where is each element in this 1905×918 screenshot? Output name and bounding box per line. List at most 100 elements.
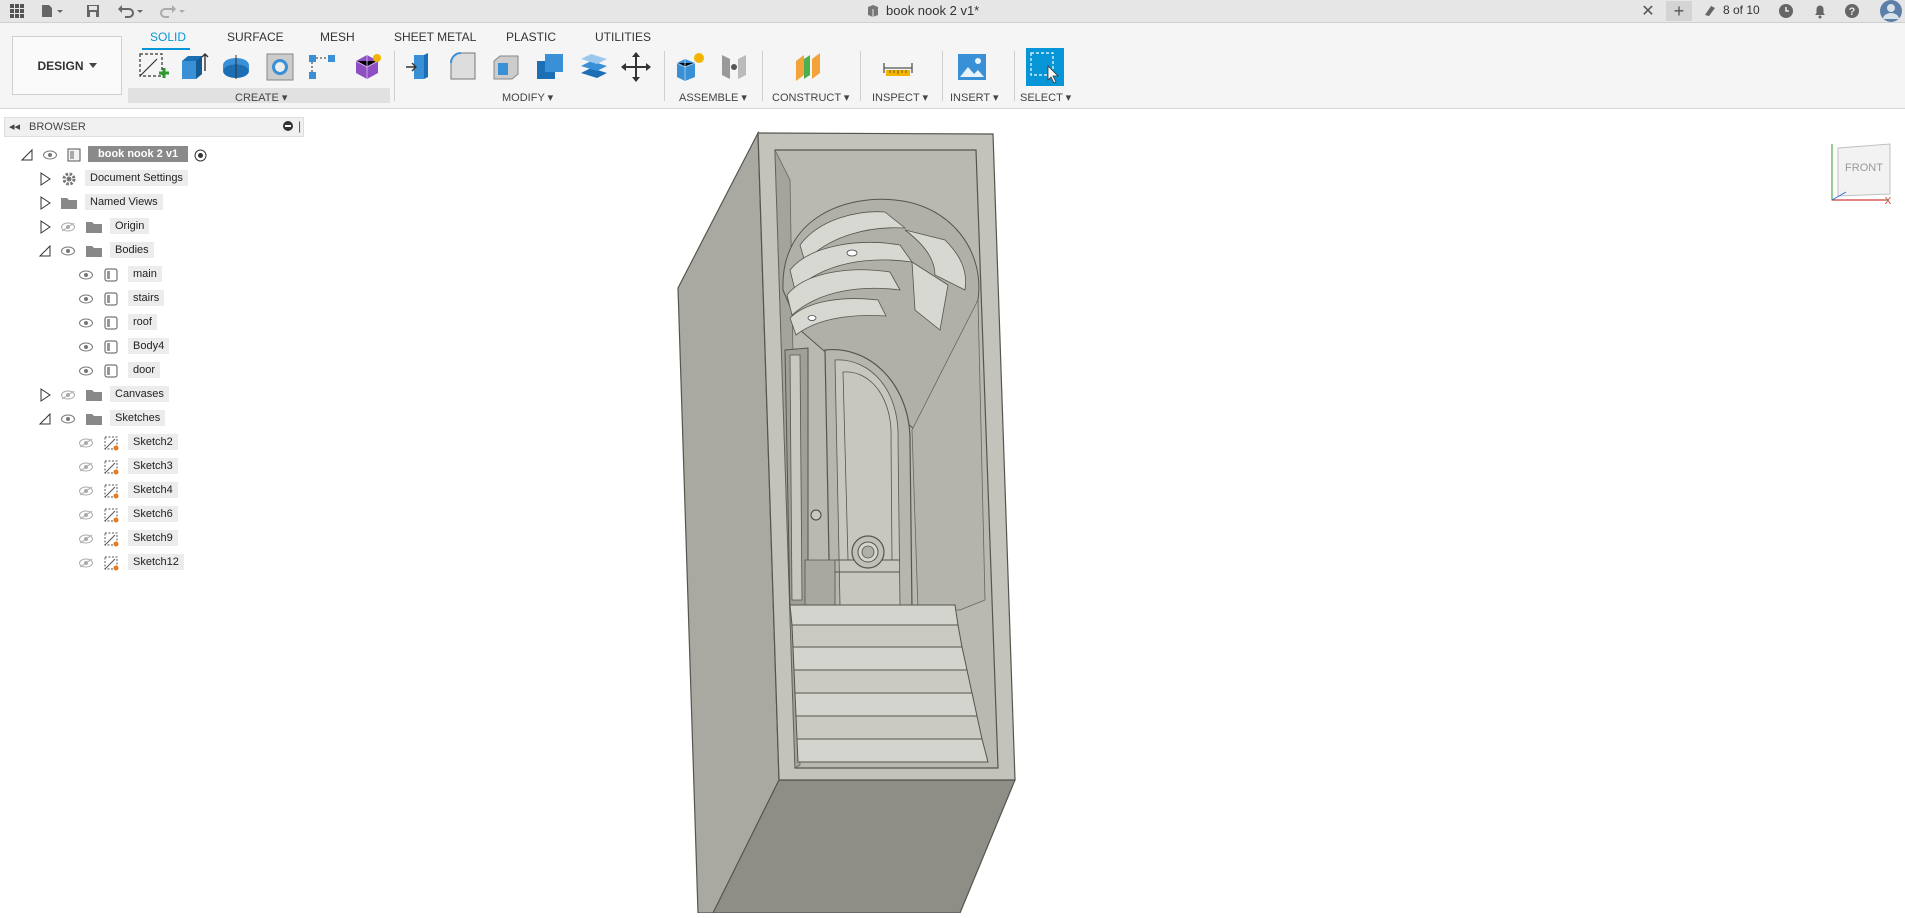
tab-plastic[interactable]: PLASTIC <box>506 30 556 44</box>
chevron-down-icon <box>88 62 97 68</box>
shell-icon[interactable] <box>490 51 522 83</box>
tree-item-document-settings[interactable]: Document Settings <box>0 169 300 189</box>
workspace-switcher[interactable]: DESIGN <box>12 36 122 95</box>
press-pull-icon[interactable] <box>404 51 436 83</box>
file-menu-icon[interactable] <box>38 2 66 20</box>
viewcube-face-label[interactable]: FRONT <box>1845 162 1883 174</box>
eye-hidden-icon[interactable] <box>79 558 93 568</box>
tree-item-sketch[interactable]: Sketch12 <box>0 553 300 573</box>
eye-icon[interactable] <box>79 270 93 280</box>
expand-triangle-icon[interactable] <box>38 196 52 210</box>
tab-utilities[interactable]: UTILITIES <box>595 30 651 44</box>
revolve-icon[interactable] <box>220 51 252 83</box>
modify-menu[interactable]: MODIFY ▾ <box>502 91 553 104</box>
tree-root[interactable]: book nook 2 v1 <box>0 145 300 165</box>
job-status-text: 8 of 10 <box>1723 3 1760 17</box>
create-menu[interactable]: CREATE ▾ <box>235 91 287 104</box>
tree-item-sketches[interactable]: Sketches <box>0 409 300 429</box>
eye-icon[interactable] <box>79 294 93 304</box>
tree-item-body-stairs[interactable]: stairs <box>0 289 300 309</box>
tab-mesh[interactable]: MESH <box>320 30 355 44</box>
construct-menu[interactable]: CONSTRUCT ▾ <box>772 91 849 104</box>
tree-item-bodies[interactable]: Bodies <box>0 241 300 261</box>
form-icon[interactable] <box>351 51 383 83</box>
eye-hidden-icon[interactable] <box>79 510 93 520</box>
eye-icon[interactable] <box>61 246 75 256</box>
select-menu[interactable]: SELECT ▾ <box>1020 91 1071 104</box>
expand-triangle-icon[interactable] <box>38 172 52 186</box>
tab-surface[interactable]: SURFACE <box>227 30 284 44</box>
help-icon[interactable]: ? <box>1843 2 1861 20</box>
expand-triangle-icon[interactable] <box>38 220 52 234</box>
close-tab-icon[interactable]: ✕ <box>1640 2 1656 20</box>
eye-icon[interactable] <box>79 342 93 352</box>
tree-item-body-roof[interactable]: roof <box>0 313 300 333</box>
folder-icon <box>61 198 77 209</box>
joint-icon[interactable] <box>718 51 750 83</box>
tree-item-body-door[interactable]: door <box>0 361 300 381</box>
eye-hidden-icon[interactable] <box>79 462 93 472</box>
tree-item-sketch[interactable]: Sketch2 <box>0 433 300 453</box>
tree-item-canvases[interactable]: Canvases <box>0 385 300 405</box>
eye-hidden-icon[interactable] <box>79 438 93 448</box>
tree-item-origin[interactable]: Origin <box>0 217 300 237</box>
select-icon[interactable] <box>1026 48 1064 86</box>
body-label: main <box>128 266 162 282</box>
collapse-panel-icon[interactable]: ◂◂ <box>9 120 20 133</box>
body-label: stairs <box>128 290 165 306</box>
canvas-viewport[interactable] <box>300 110 1905 914</box>
job-status[interactable]: 8 of 10 <box>1703 3 1760 17</box>
eye-hidden-icon[interactable] <box>79 486 93 496</box>
folder-icon <box>86 390 102 401</box>
insert-menu[interactable]: INSERT ▾ <box>950 91 999 104</box>
avatar-icon[interactable] <box>1880 0 1902 22</box>
activate-radio-icon[interactable] <box>194 149 207 162</box>
body-icon <box>104 292 118 306</box>
tab-solid[interactable]: SOLID <box>150 30 186 44</box>
redo-icon[interactable] <box>156 2 186 20</box>
assemble-menu[interactable]: ASSEMBLE ▾ <box>679 91 747 104</box>
minus-circle-icon[interactable] <box>283 121 293 134</box>
viewcube[interactable]: FRONT X <box>1828 140 1892 207</box>
new-tab-icon[interactable]: + <box>1666 1 1692 21</box>
clock-icon[interactable] <box>1777 2 1795 20</box>
book-nook-model[interactable] <box>300 110 1905 914</box>
move-copy-icon[interactable] <box>620 51 652 83</box>
expand-triangle-icon[interactable] <box>38 388 52 402</box>
new-component-icon[interactable] <box>674 51 706 83</box>
pattern-icon[interactable] <box>307 51 339 83</box>
collapse-triangle-icon[interactable] <box>38 412 52 426</box>
tree-item-sketch[interactable]: Sketch9 <box>0 529 300 549</box>
create-sketch-icon[interactable] <box>137 51 169 83</box>
tree-item-sketch[interactable]: Sketch6 <box>0 505 300 525</box>
sketch-icon <box>104 556 119 571</box>
eye-icon[interactable] <box>79 366 93 376</box>
tree-item-sketch[interactable]: Sketch4 <box>0 481 300 501</box>
tree-item-sketch[interactable]: Sketch3 <box>0 457 300 477</box>
eye-hidden-icon[interactable] <box>61 222 75 232</box>
measure-icon[interactable] <box>882 51 914 83</box>
eye-hidden-icon[interactable] <box>79 534 93 544</box>
inspect-menu[interactable]: INSPECT ▾ <box>872 91 928 104</box>
save-icon[interactable] <box>84 2 102 20</box>
extrude-icon[interactable] <box>178 51 210 83</box>
combine-icon[interactable] <box>534 51 566 83</box>
collapse-triangle-icon[interactable] <box>38 244 52 258</box>
grid-icon[interactable] <box>8 2 26 20</box>
eye-icon[interactable] <box>79 318 93 328</box>
tree-item-body-body4[interactable]: Body4 <box>0 337 300 357</box>
tree-item-named-views[interactable]: Named Views <box>0 193 300 213</box>
eye-icon[interactable] <box>61 414 75 424</box>
bell-icon[interactable] <box>1811 2 1829 20</box>
insert-image-icon[interactable] <box>956 51 988 83</box>
tab-sheet-metal[interactable]: SHEET METAL <box>394 30 476 44</box>
undo-icon[interactable] <box>116 2 146 20</box>
collapse-triangle-icon[interactable] <box>20 148 34 162</box>
eye-icon[interactable] <box>43 150 57 160</box>
hole-icon[interactable] <box>264 51 296 83</box>
fillet-icon[interactable] <box>447 51 479 83</box>
eye-hidden-icon[interactable] <box>61 390 75 400</box>
offset-plane-icon[interactable] <box>792 51 824 83</box>
tree-item-body-main[interactable]: main <box>0 265 300 285</box>
offset-face-icon[interactable] <box>578 51 610 83</box>
